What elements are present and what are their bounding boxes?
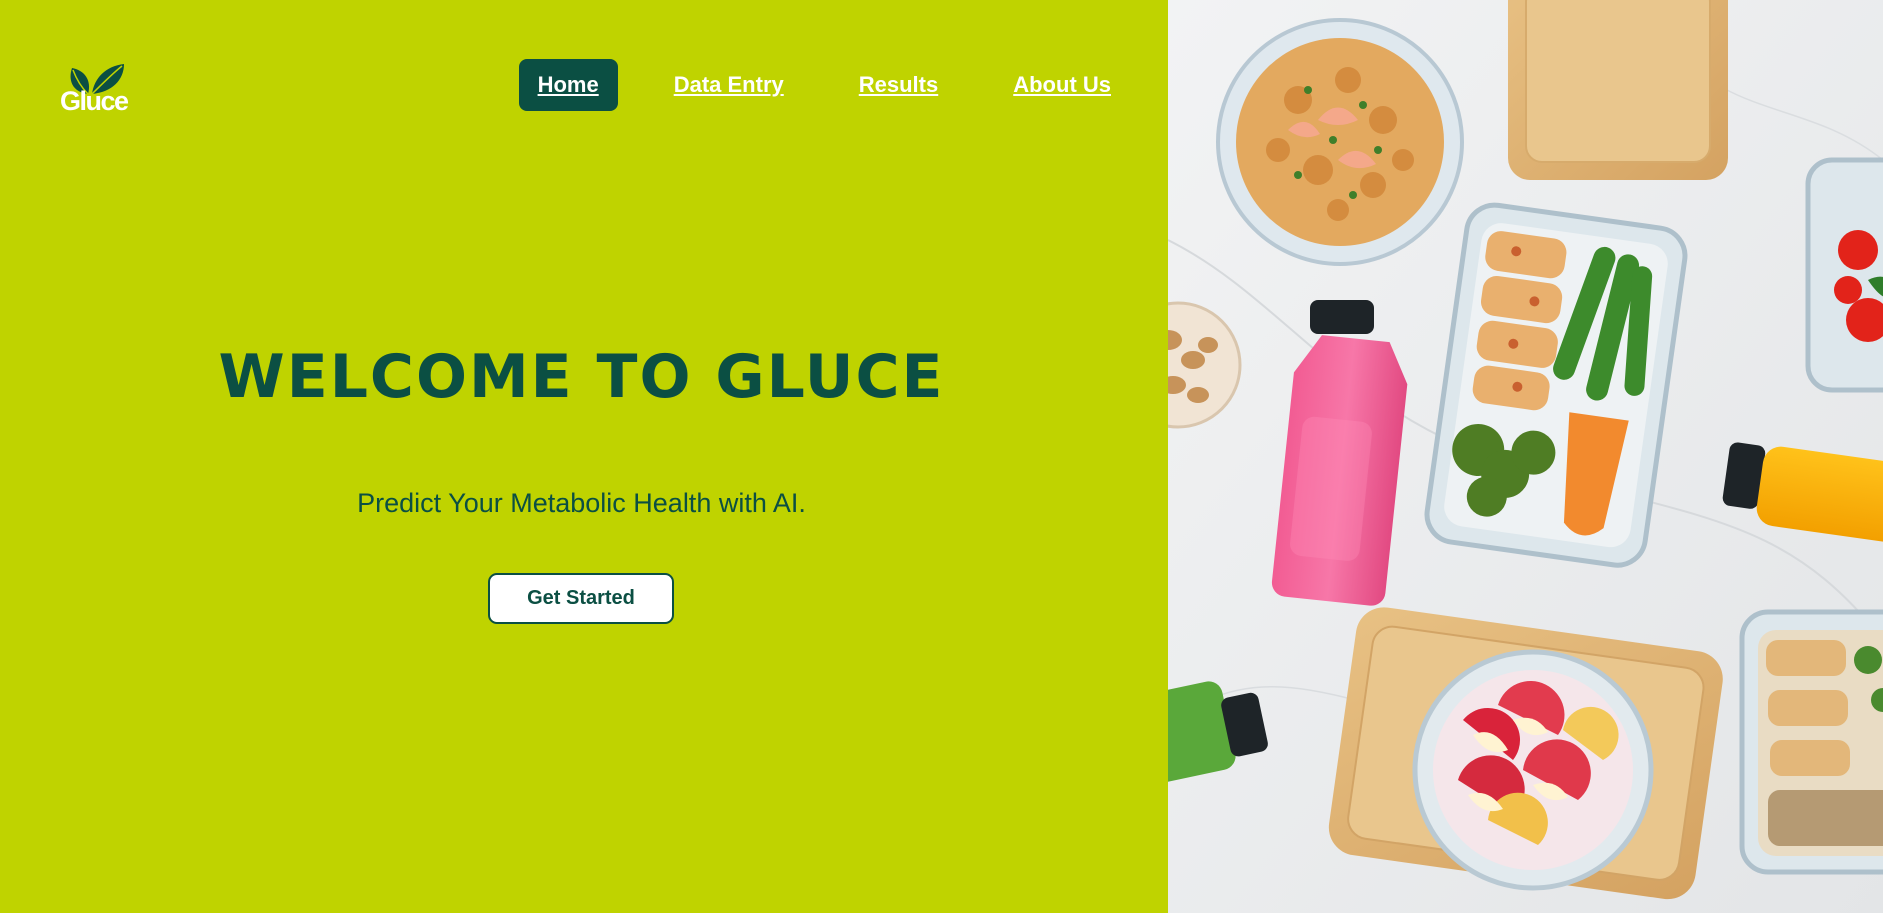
- hero-subtitle: Predict Your Metabolic Health with AI.: [357, 488, 806, 518]
- main-nav: Home Data Entry Results About Us: [482, 59, 1130, 111]
- hero-panel: Gluce Home Data Entry Results About Us W…: [0, 0, 1168, 913]
- healthy-food-meal-prep-photo: [1168, 0, 1883, 913]
- nav-about-us[interactable]: About Us: [994, 59, 1130, 111]
- get-started-button[interactable]: Get Started: [488, 573, 674, 624]
- nav-home[interactable]: Home: [518, 59, 618, 111]
- nav-results[interactable]: Results: [840, 59, 957, 111]
- logo-text: Gluce: [60, 86, 129, 116]
- nav-data-entry[interactable]: Data Entry: [655, 59, 803, 111]
- hero-image: [1168, 0, 1883, 913]
- landing-page: Gluce Home Data Entry Results About Us W…: [0, 0, 1883, 913]
- logo[interactable]: Gluce: [60, 62, 136, 118]
- hero-title: WELCOME TO GLUCE: [218, 342, 945, 412]
